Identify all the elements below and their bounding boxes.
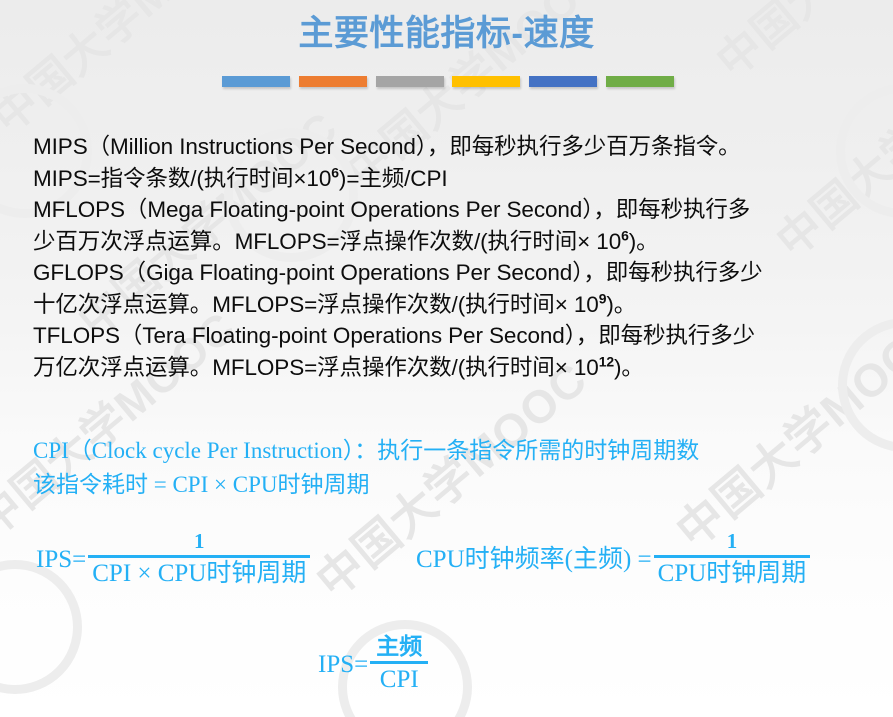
- text-line: GFLOPS（Giga Floating-point Operations Pe…: [33, 260, 763, 285]
- accent-bar-orange: [298, 76, 367, 87]
- fraction-denominator: CPI × CPU时钟周期: [92, 559, 307, 587]
- fraction-numerator: 1: [726, 529, 738, 553]
- text-fragment: )。: [614, 354, 644, 380]
- formula-ips-per-cycle: IPS= 1 CPI × CPU时钟周期: [36, 529, 311, 588]
- exponent: 6: [331, 164, 339, 180]
- paragraph-gflops: GFLOPS（Giga Floating-point Operations Pe…: [33, 257, 873, 320]
- cpi-relation-line: 该指令耗时 = CPI × CPU时钟周期: [33, 472, 370, 497]
- text-fragment: )。: [606, 291, 637, 317]
- text-fragment: 少百万次浮点运算。MFLOPS=浮点操作次数/(执行时间× 10: [33, 228, 622, 254]
- slide-canvas: 中国大学MOOC 中国大学MOOC 中国大学MOOC 中国大学MOOC 中国大学…: [0, 0, 893, 717]
- paragraph-mips: MIPS（Million Instructions Per Second），即每…: [33, 131, 873, 194]
- body-text-block: MIPS（Million Instructions Per Second），即每…: [33, 131, 873, 383]
- accent-bar-dark-blue: [529, 76, 598, 87]
- formula-lhs: IPS=: [318, 650, 369, 678]
- fraction-numerator: 1: [194, 529, 205, 553]
- text-line: 十亿次浮点运算。MFLOPS=浮点操作次数/(执行时间× 109)。: [33, 289, 873, 321]
- text-line: TFLOPS（Tera Floating-point Operations Pe…: [33, 323, 756, 348]
- paragraph-tflops: TFLOPS（Tera Floating-point Operations Pe…: [33, 320, 873, 383]
- fraction: 主频 CPI: [370, 634, 429, 694]
- accent-bar-row: [222, 76, 674, 88]
- accent-bar-gray: [375, 76, 444, 87]
- cpi-definition-block: CPI（Clock cycle Per Instruction）：执行一条指令所…: [33, 434, 873, 502]
- exponent: 6: [621, 227, 629, 243]
- title-block: 主要性能指标-速度: [0, 0, 893, 56]
- fraction-numerator: 主频: [376, 634, 423, 659]
- formula-lhs: CPU时钟频率(主频) =: [416, 545, 652, 573]
- fraction: 1 CPU时钟周期: [653, 529, 811, 588]
- fraction: 1 CPI × CPU时钟周期: [88, 529, 311, 588]
- fraction-denominator: CPU时钟周期: [657, 559, 807, 587]
- formula-lhs: IPS=: [36, 545, 87, 573]
- text-fragment: 万亿次浮点运算。MFLOPS=浮点操作次数/(执行时间× 10: [33, 354, 599, 380]
- page-title: 主要性能指标-速度: [298, 14, 595, 53]
- formula-cpu-clock-frequency: CPU时钟频率(主频) = 1 CPU时钟周期: [416, 529, 811, 588]
- text-fragment: MIPS=指令条数/(执行时间×10: [33, 165, 332, 191]
- text-line: 万亿次浮点运算。MFLOPS=浮点操作次数/(执行时间× 1012)。: [33, 352, 873, 384]
- cpi-definition-line: CPI（Clock cycle Per Instruction）：执行一条指令所…: [33, 438, 700, 463]
- text-line: MIPS=指令条数/(执行时间×106)=主频/CPI: [33, 163, 873, 195]
- text-fragment: )。: [628, 228, 659, 254]
- exponent: 12: [598, 353, 615, 369]
- text-line: MIPS（Million Instructions Per Second），即每…: [33, 134, 741, 159]
- accent-bar-gold: [452, 76, 521, 87]
- text-line: MFLOPS（Mega Floating-point Operations Pe…: [33, 197, 751, 222]
- accent-bar-blue: [222, 76, 290, 87]
- paragraph-mflops: MFLOPS（Mega Floating-point Operations Pe…: [33, 194, 873, 257]
- formula-ips-per-cpi: IPS= 主频 CPI: [318, 634, 429, 694]
- accent-bar-green: [605, 76, 674, 87]
- text-fragment: 十亿次浮点运算。MFLOPS=浮点操作次数/(执行时间× 10: [33, 291, 599, 317]
- text-line: 少百万次浮点运算。MFLOPS=浮点操作次数/(执行时间× 106)。: [33, 226, 873, 258]
- fraction-denominator: CPI: [379, 665, 419, 693]
- text-fragment: )=主频/CPI: [338, 165, 448, 191]
